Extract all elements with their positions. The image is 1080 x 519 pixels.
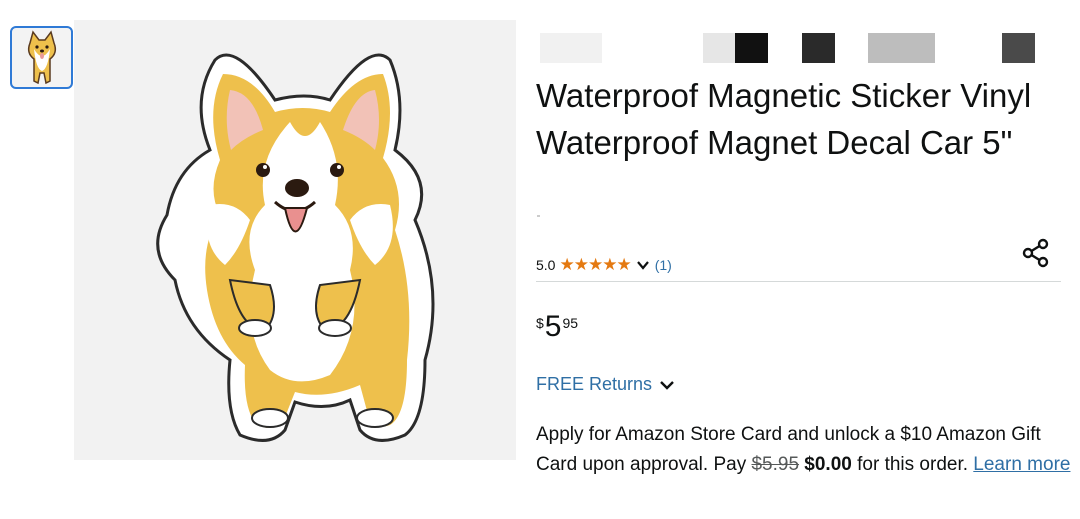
share-icon[interactable] xyxy=(1018,235,1054,271)
star-icon: ★ xyxy=(602,255,617,274)
rating-row[interactable]: 5.0 ★ ★ ★ ★ ★ (1) xyxy=(536,253,672,277)
price-whole: 5 xyxy=(544,310,562,343)
chevron-down-icon[interactable] xyxy=(658,376,676,394)
store-card-promo: Apply for Amazon Store Card and unlock a… xyxy=(536,420,1071,480)
blurred-region xyxy=(1002,33,1035,63)
star-icon: ★ xyxy=(559,255,574,274)
promo-text-after: for this order. xyxy=(851,454,974,475)
learn-more-link[interactable]: Learn more xyxy=(973,454,1070,475)
section-divider xyxy=(536,281,1061,282)
blurred-region xyxy=(802,33,835,63)
free-returns-label[interactable]: FREE Returns xyxy=(536,374,652,395)
star-icon: ★ xyxy=(587,255,603,274)
price-fraction: 95 xyxy=(562,315,579,331)
blurred-region xyxy=(735,33,768,63)
star-rating[interactable]: ★ ★ ★ ★ ★ xyxy=(559,255,631,275)
free-returns-link[interactable]: FREE Returns xyxy=(536,374,676,395)
corgi-thumbnail-icon xyxy=(27,29,56,84)
product-title: Waterproof Magnetic Sticker Vinyl Waterp… xyxy=(536,77,1032,161)
rating-value: 5.0 xyxy=(536,257,556,273)
corgi-sticker-icon xyxy=(156,53,435,442)
blurred-region xyxy=(540,33,602,63)
blurred-region xyxy=(703,33,735,63)
chevron-down-icon[interactable] xyxy=(635,257,651,273)
thumbnail-image[interactable] xyxy=(10,26,73,89)
price: $ 5 95 xyxy=(536,310,578,344)
blurred-region xyxy=(868,33,935,63)
main-product-image[interactable] xyxy=(74,20,516,460)
star-icon: ★ xyxy=(616,255,631,274)
price-symbol: $ xyxy=(536,315,544,331)
promo-new-price: $0.00 xyxy=(804,454,852,475)
star-icon: ★ xyxy=(573,255,589,274)
promo-old-price: $5.95 xyxy=(751,454,800,475)
rating-count-link[interactable]: (1) xyxy=(655,257,672,273)
divider-dot xyxy=(537,215,540,217)
